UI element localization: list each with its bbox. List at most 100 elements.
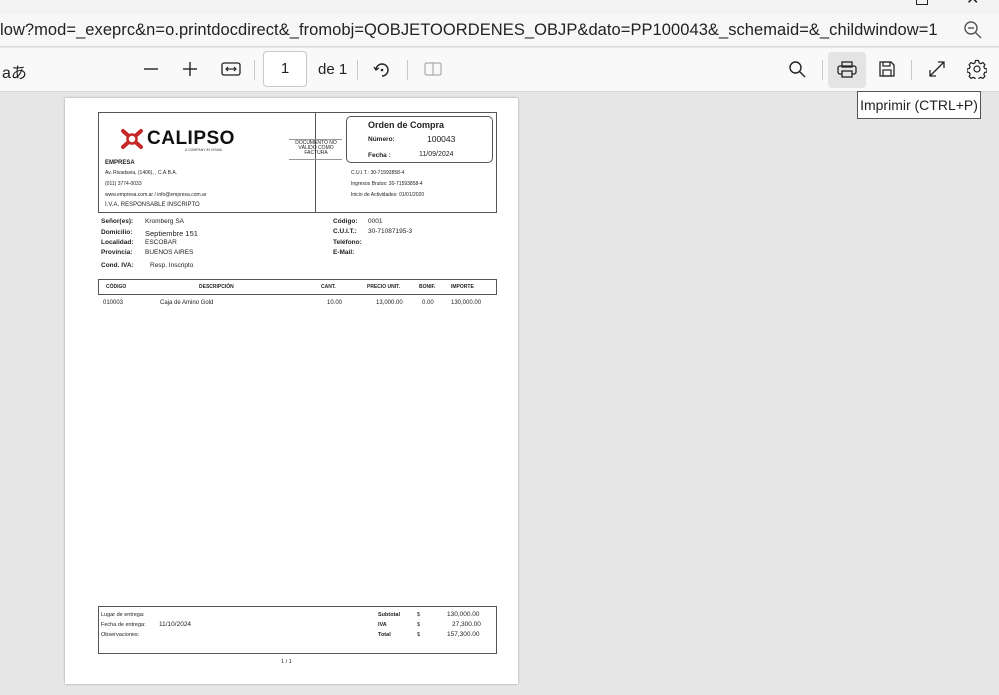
- print-icon: [837, 61, 857, 78]
- footer-box: [98, 606, 497, 654]
- delivery-date: 11/10/2024: [159, 621, 192, 628]
- cell-unit-price: 13,000.00: [376, 300, 403, 306]
- address-bar: low?mod=_exeprc&n=o.printdocdirect&_from…: [0, 14, 999, 47]
- order-number: 100043: [427, 134, 456, 144]
- page-view-icon: [424, 62, 442, 76]
- pdf-toolbar: aあ 1 de 1: [0, 48, 999, 92]
- page-number-input[interactable]: 1: [263, 51, 307, 87]
- fullscreen-button[interactable]: [926, 58, 948, 80]
- page-total-label: de 1: [318, 61, 348, 78]
- subtotal-value: 130,000.00: [447, 611, 480, 618]
- column-header: IMPORTE: [451, 284, 474, 290]
- subtotal-label: Subtotal: [378, 612, 400, 618]
- company-address: Av. Rivadavia, (1406), , C.A.B.A.: [105, 170, 178, 176]
- iva-label: Cond. IVA:: [101, 262, 134, 269]
- cell-discount: 0.00: [422, 300, 434, 306]
- cell-quantity: 10.00: [327, 300, 343, 306]
- cell-amount: 130,000.00: [451, 300, 482, 306]
- observations-label: Observaciones:: [101, 632, 140, 638]
- header-divider: [315, 112, 316, 213]
- page-counter: 1 / 1: [281, 659, 292, 665]
- currency-symbol: $: [417, 622, 421, 628]
- number-label: Número:: [368, 136, 395, 143]
- cell-code: 010003: [103, 300, 124, 306]
- order-date: 11/09/2024: [419, 151, 454, 158]
- email-label: E-Mail:: [333, 249, 355, 256]
- client-cuit: 30-71087195-3: [368, 228, 413, 235]
- city-label: Localidad:: [101, 239, 134, 246]
- company-start: Inicio de Actividades: 01/01/2020: [351, 192, 425, 198]
- client-city: ESCOBAR: [145, 239, 177, 246]
- company-phone: (011) 3774-0033: [105, 181, 142, 187]
- currency-symbol: $: [417, 632, 421, 638]
- logo: CALIPSO: [147, 128, 235, 149]
- not-valid-notice: DOCUMENTO NO VÁLIDO COMO FACTURA: [295, 140, 337, 156]
- company-name: EMPRESA: [105, 160, 135, 166]
- minus-icon: [144, 68, 158, 70]
- client-address: Septiembre 151: [145, 229, 198, 238]
- delivery-place-label: Lugar de entrega:: [101, 612, 145, 618]
- calipso-logo-icon: [121, 129, 143, 149]
- currency-symbol: $: [417, 612, 421, 618]
- separator: [911, 60, 912, 80]
- date-label: Fecha :: [368, 152, 391, 159]
- client-province: BUENOS AIRES: [145, 249, 194, 256]
- save-icon: [879, 61, 895, 77]
- search-icon: [789, 61, 806, 78]
- zoom-out-icon[interactable]: [963, 20, 983, 40]
- print-button[interactable]: [828, 52, 866, 88]
- items-header: [98, 279, 497, 295]
- province-label: Provincia:: [101, 249, 133, 256]
- separator: [407, 60, 408, 80]
- plus-icon: [183, 62, 197, 76]
- zoom-minus-button[interactable]: [140, 58, 162, 80]
- rotate-icon: [373, 63, 389, 77]
- separator: [357, 60, 358, 80]
- logo-subtitle: A COMPANY IN VISMA: [185, 148, 222, 152]
- cell-description: Caja de Amino Gold: [160, 300, 214, 306]
- code-label: Código:: [333, 218, 358, 225]
- close-icon[interactable]: ✕: [966, 0, 980, 8]
- company-web: www.empresa.com.ar / info@empresa.com.ar: [105, 192, 207, 198]
- order-title: Orden de Compra: [368, 120, 445, 130]
- separator: [822, 60, 823, 80]
- delivery-date-label: Fecha de entrega:: [101, 622, 146, 628]
- address-label: Domicilio:: [101, 229, 133, 236]
- client-label: Señor(es):: [101, 218, 134, 225]
- fit-width-button[interactable]: [220, 58, 242, 80]
- window-titlebar: ✕: [0, 0, 999, 14]
- fullscreen-icon: [929, 61, 945, 77]
- column-header: PRECIO UNIT.: [367, 284, 401, 290]
- read-aloud-button[interactable]: aあ: [2, 59, 27, 83]
- search-button[interactable]: [786, 58, 808, 80]
- separator: [254, 60, 255, 80]
- company-iva: I.V.A. RESPONSABLE INSCRIPTO: [105, 202, 200, 208]
- company-cuit: C.U.I.T.: 30-71593858-4: [351, 170, 405, 176]
- url-field[interactable]: low?mod=_exeprc&n=o.printdocdirect&_from…: [0, 21, 938, 40]
- column-header: DESCRIPCIÓN: [199, 284, 234, 290]
- phone-label: Teléfono:: [333, 239, 362, 246]
- total-label: Total: [378, 632, 391, 638]
- column-header: BONIF.: [419, 284, 436, 290]
- column-header: CÓDIGO: [106, 284, 127, 290]
- zoom-plus-button[interactable]: [179, 58, 201, 80]
- client-iva: Resp. Inscripto: [150, 262, 194, 269]
- iva-value: 27,300.00: [452, 621, 481, 628]
- cuit-label: C.U.I.T.:: [333, 228, 357, 235]
- company-ib: Ingresos Brutos: 30-71593858-4: [351, 181, 423, 187]
- fit-width-icon: [221, 62, 241, 76]
- save-button[interactable]: [876, 58, 898, 80]
- client-code: 0001: [368, 218, 383, 225]
- total-value: 157,300.00: [447, 631, 480, 638]
- gear-icon: [967, 59, 987, 79]
- client-name: Kromberg SA: [145, 218, 185, 225]
- print-tooltip: Imprimir (CTRL+P): [857, 91, 981, 119]
- rotate-button[interactable]: [371, 58, 393, 80]
- divider: [289, 159, 342, 160]
- column-header: CANT.: [321, 284, 336, 290]
- pdf-page: CALIPSO A COMPANY IN VISMA DOCUMENTO NO …: [65, 98, 518, 684]
- restore-icon[interactable]: [916, 0, 928, 5]
- settings-button[interactable]: [965, 57, 989, 81]
- iva-total-label: IVA: [378, 622, 387, 628]
- page-view-button[interactable]: [421, 58, 445, 80]
